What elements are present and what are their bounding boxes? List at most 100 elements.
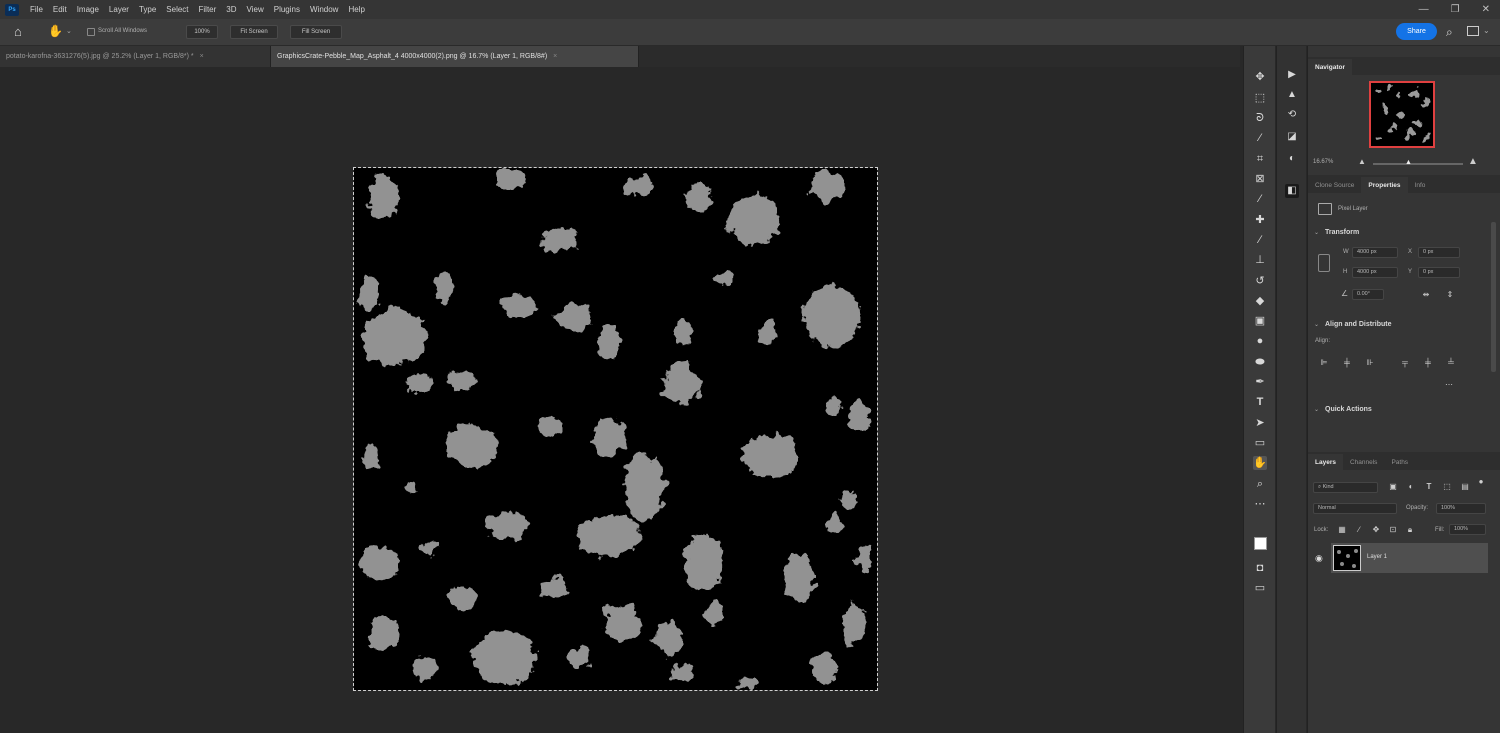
filter-adjustment-icon[interactable]: ◐	[1406, 482, 1416, 492]
screen-mode-icon[interactable]: ▭	[1253, 581, 1267, 595]
angle-field[interactable]: 0.00°	[1352, 289, 1384, 300]
hand-tool-icon[interactable]: ✋	[48, 24, 63, 38]
workspace-icon[interactable]	[1467, 26, 1479, 36]
menu-select[interactable]: Select	[161, 0, 193, 19]
align-left-icon[interactable]: ⊫	[1319, 358, 1329, 368]
gradient-tool-icon[interactable]: ▣	[1253, 314, 1267, 328]
menu-file[interactable]: File	[25, 0, 48, 19]
navigator-zoom-slider[interactable]	[1373, 163, 1463, 165]
link-proportions-icon[interactable]	[1318, 254, 1330, 272]
flip-horizontal-icon[interactable]: ⇹	[1421, 290, 1431, 300]
more-tools-icon[interactable]: ⋯	[1253, 497, 1267, 511]
brush-tool-icon[interactable]: ∕	[1253, 233, 1267, 247]
tab-layers[interactable]: Layers	[1308, 454, 1343, 470]
tab-potato-document[interactable]: potato-karofna-3631276(5).jpg @ 25.2% (L…	[0, 46, 271, 67]
tab-clone-source[interactable]: Clone Source	[1308, 177, 1361, 193]
menu-window[interactable]: Window	[305, 0, 343, 19]
lock-position-icon[interactable]: ✥	[1371, 525, 1381, 535]
flip-vertical-icon[interactable]: ⇕	[1445, 290, 1455, 300]
history-icon[interactable]: ⟲	[1285, 108, 1299, 122]
home-icon[interactable]: ⌂	[14, 24, 22, 39]
layer-name[interactable]: Layer 1	[1367, 554, 1387, 560]
filter-pixel-icon[interactable]: ▣	[1388, 482, 1398, 492]
menu-help[interactable]: Help	[343, 0, 369, 19]
learn-icon[interactable]: ◪	[1285, 130, 1299, 144]
opacity-field[interactable]: 100%	[1436, 503, 1486, 514]
zoom-tool-icon[interactable]: ⌕	[1253, 477, 1267, 491]
lock-artboard-icon[interactable]: ⊡	[1388, 525, 1398, 535]
zoom-in-icon[interactable]: ▲	[1468, 156, 1478, 167]
tab-navigator[interactable]: Navigator	[1308, 59, 1352, 75]
x-field[interactable]: 0 px	[1418, 247, 1460, 258]
y-field[interactable]: 0 px	[1418, 267, 1460, 278]
layer-row-layer-1[interactable]: Layer 1	[1331, 543, 1488, 573]
tool-preset-chevron-icon[interactable]: ⌄	[66, 27, 72, 35]
search-icon[interactable]: ⌕	[1446, 25, 1453, 40]
hand-tool-icon[interactable]: ✋	[1253, 456, 1267, 470]
type-tool-icon[interactable]: T	[1253, 395, 1267, 409]
layer-filter-kind-select[interactable]: ⌕ Kind	[1313, 482, 1378, 493]
chevron-down-icon[interactable]: ⌄	[1314, 321, 1319, 328]
document-canvas[interactable]	[354, 168, 877, 690]
close-icon[interactable]: ×	[553, 53, 557, 60]
align-bottom-icon[interactable]: ╧	[1446, 358, 1456, 368]
foreground-color-swatch[interactable]	[1254, 537, 1267, 550]
frame-tool-icon[interactable]: ⊠	[1253, 172, 1267, 186]
filter-type-icon[interactable]: T	[1424, 482, 1434, 492]
quick-selection-tool-icon[interactable]: ⁄	[1253, 131, 1267, 145]
tab-properties[interactable]: Properties	[1361, 177, 1407, 193]
zoom-100-button[interactable]: 100%	[186, 25, 218, 39]
quick-mask-icon[interactable]: ◘	[1253, 561, 1267, 575]
scroll-all-windows-checkbox[interactable]	[87, 28, 95, 36]
filter-shape-icon[interactable]: ⬚	[1442, 482, 1452, 492]
lasso-tool-icon[interactable]: ᘐ	[1253, 111, 1267, 125]
pen-tool-icon[interactable]: ✒	[1253, 375, 1267, 389]
fill-screen-button[interactable]: Fill Screen	[290, 25, 342, 39]
tab-channels[interactable]: Channels	[1343, 454, 1384, 470]
filter-smart-object-icon[interactable]: ▤	[1460, 482, 1470, 492]
more-options-icon[interactable]: ⋯	[1444, 380, 1454, 390]
tab-pebble-map-document[interactable]: GraphicsCrate-Pebble_Map_Asphalt_4 4000x…	[271, 46, 639, 67]
eyedropper-tool-icon[interactable]: ⁄	[1253, 192, 1267, 206]
navigator-thumbnail[interactable]	[1369, 81, 1435, 148]
histogram-icon[interactable]: ▲	[1285, 88, 1299, 102]
menu-image[interactable]: Image	[72, 0, 104, 19]
height-field[interactable]: 4000 px	[1352, 267, 1398, 278]
move-tool-icon[interactable]: ✥	[1253, 70, 1267, 84]
menu-view[interactable]: View	[242, 0, 269, 19]
crop-tool-icon[interactable]: ⌗	[1253, 152, 1267, 166]
workspace-chevron-icon[interactable]: ⌄	[1483, 26, 1490, 35]
eraser-tool-icon[interactable]: ◆	[1253, 294, 1267, 308]
align-right-icon[interactable]: ⊪	[1365, 358, 1375, 368]
slider-handle-icon[interactable]: ▲	[1405, 159, 1412, 166]
blur-tool-icon[interactable]: ●	[1253, 334, 1267, 348]
healing-brush-tool-icon[interactable]: ✚	[1253, 213, 1267, 227]
lock-image-icon[interactable]: ∕	[1354, 525, 1364, 535]
menu-layer[interactable]: Layer	[104, 0, 134, 19]
align-middle-icon[interactable]: ╪	[1423, 358, 1433, 368]
tab-info[interactable]: Info	[1408, 177, 1433, 193]
fill-field[interactable]: 100%	[1449, 524, 1486, 535]
close-icon[interactable]: ×	[200, 53, 204, 60]
fit-screen-button[interactable]: Fit Screen	[230, 25, 278, 39]
adjustments-icon[interactable]: ◐	[1285, 152, 1299, 166]
menu-type[interactable]: Type	[134, 0, 161, 19]
tab-paths[interactable]: Paths	[1384, 454, 1415, 470]
blend-mode-select[interactable]: Normal	[1313, 503, 1397, 514]
chevron-down-icon[interactable]: ⌄	[1314, 406, 1319, 413]
path-selection-tool-icon[interactable]: ➤	[1253, 416, 1267, 430]
filter-toggle-icon[interactable]: ●	[1476, 477, 1486, 487]
width-field[interactable]: 4000 px	[1352, 247, 1398, 258]
lock-transparent-icon[interactable]: ▦	[1337, 525, 1347, 535]
eye-visibility-icon[interactable]: ◉	[1315, 553, 1323, 564]
share-button[interactable]: Share	[1396, 23, 1437, 40]
clone-stamp-tool-icon[interactable]: ⊥	[1253, 253, 1267, 267]
rectangle-tool-icon[interactable]: ▭	[1253, 436, 1267, 450]
navigator-zoom-value[interactable]: 16.67%	[1313, 159, 1333, 165]
close-icon[interactable]: ✕	[1482, 4, 1490, 15]
zoom-out-icon[interactable]: ▲	[1358, 157, 1366, 166]
align-top-icon[interactable]: ╤	[1400, 358, 1410, 368]
properties-scrollbar[interactable]	[1491, 222, 1496, 372]
lock-all-icon[interactable]: 🔒︎	[1405, 525, 1415, 535]
restore-icon[interactable]: ❐	[1451, 4, 1460, 15]
